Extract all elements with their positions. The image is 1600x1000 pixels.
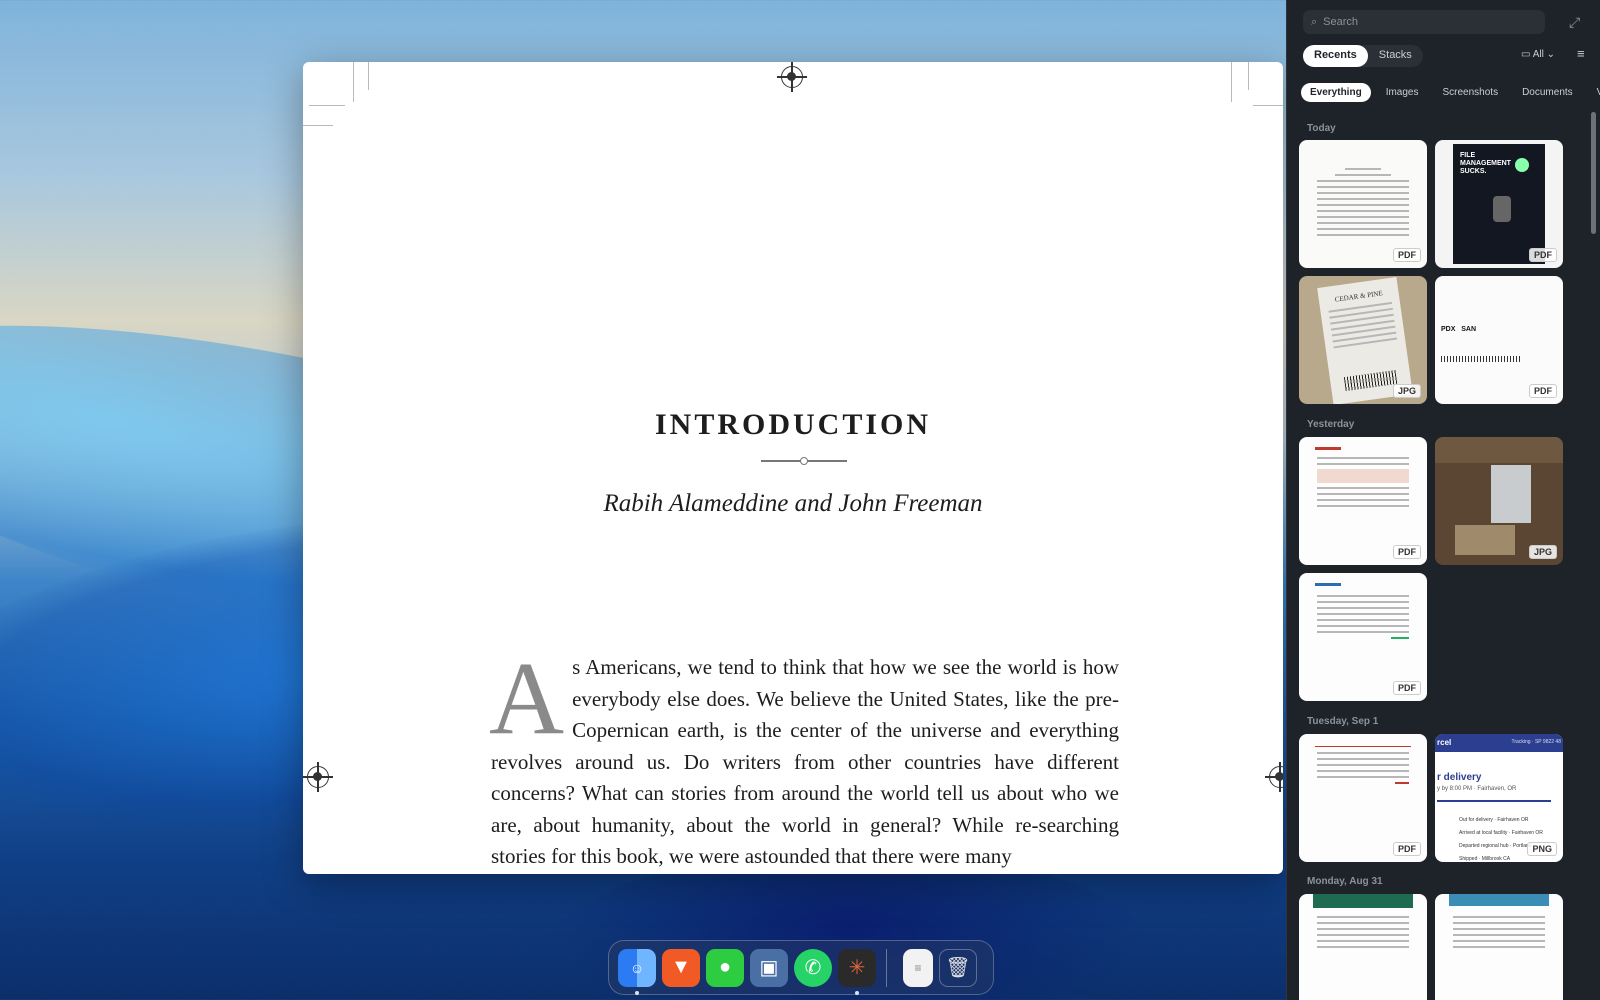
document-icon[interactable]: ≡ xyxy=(903,948,933,987)
filter-images[interactable]: Images xyxy=(1377,83,1428,102)
file-thumbnail[interactable]: PDF xyxy=(1299,573,1427,701)
tab-recents[interactable]: Recents xyxy=(1303,45,1368,67)
file-thumbnail[interactable] xyxy=(1435,894,1563,1000)
file-thumbnail[interactable]: PDF xyxy=(1299,734,1427,862)
file-type-badge: PDF xyxy=(1529,384,1557,398)
search-input[interactable]: ⌕ Search xyxy=(1303,10,1545,34)
registration-mark-icon xyxy=(777,62,807,92)
thumb-headline: FILE MANAGEMENT SUCKS. xyxy=(1460,152,1511,175)
crop-mark xyxy=(309,105,345,106)
body-paragraph: As Americans, we tend to think that how … xyxy=(489,641,1119,873)
claude-icon[interactable]: ✳ xyxy=(838,948,876,995)
file-thumbnail[interactable]: FILE MANAGEMENT SUCKS. PDF xyxy=(1435,140,1563,268)
whatsapp-icon[interactable]: ✆ xyxy=(794,948,832,987)
filter-screenshots[interactable]: Screenshots xyxy=(1433,83,1507,102)
files-sidebar: ⌕ Search ⤢ Recents Stacks ▭ All ⌄ ≡ Ever… xyxy=(1286,0,1600,1000)
type-filters: Everything Images Screenshots Documents … xyxy=(1301,83,1600,102)
dock: ☺ ▼ ● ▣ ✆ ✳ ≡ 🗑 xyxy=(608,940,994,995)
thumb-rcel: rcel xyxy=(1437,738,1452,747)
thumb-status-2: Arrived at local facility · Fairhaven OR xyxy=(1459,830,1543,836)
section-header-yesterday: Yesterday xyxy=(1307,419,1355,430)
file-type-badge: PDF xyxy=(1393,545,1421,559)
filter-videos[interactable]: Vid xyxy=(1588,83,1600,102)
chevron-down-icon: ⌄ xyxy=(1546,49,1555,60)
drop-cap: A xyxy=(489,641,565,756)
file-type-badge: JPG xyxy=(1528,545,1557,559)
thumb-ticket-from: PDX xyxy=(1441,326,1456,333)
thumb-delivery-sub: y by 8:00 PM · Fairhaven, OR xyxy=(1437,786,1517,792)
crop-mark xyxy=(368,62,369,90)
folder-icon: ▭ xyxy=(1521,49,1531,60)
section-header-monday: Monday, Aug 31 xyxy=(1307,876,1383,887)
list-view-icon[interactable]: ≡ xyxy=(1577,46,1585,61)
registration-mark-icon xyxy=(1265,762,1283,792)
file-type-badge: PDF xyxy=(1393,842,1421,856)
all-filter-menu[interactable]: ▭ All ⌄ xyxy=(1521,49,1555,60)
thumb-status-1: Out for delivery · Fairhaven OR xyxy=(1459,817,1529,823)
crop-mark xyxy=(1253,105,1283,106)
dock-separator xyxy=(886,948,887,987)
crop-mark xyxy=(353,62,354,102)
file-thumbnail[interactable] xyxy=(1299,894,1427,1000)
trash-icon[interactable]: 🗑 xyxy=(939,948,977,987)
chapter-title: INTRODUCTION xyxy=(654,408,932,441)
sidebar-scrollbar[interactable] xyxy=(1591,112,1596,234)
all-filter-label: All xyxy=(1532,49,1544,60)
file-thumbnail[interactable]: PDF xyxy=(1299,140,1427,268)
file-type-badge: PDF xyxy=(1393,681,1421,695)
search-placeholder: Search xyxy=(1323,16,1359,28)
crop-mark xyxy=(1231,62,1232,102)
registration-mark-icon xyxy=(303,762,333,792)
thumb-delivery: r delivery xyxy=(1437,772,1482,783)
body-text: s Americans, we tend to think that how w… xyxy=(491,655,1119,868)
file-thumbnail[interactable]: PDF xyxy=(1299,437,1427,565)
thumb-ticket-to: SAN xyxy=(1461,326,1477,333)
finder-icon[interactable]: ☺ xyxy=(618,948,656,995)
crop-mark xyxy=(303,125,333,126)
preview-icon[interactable]: ▣ xyxy=(750,948,788,987)
section-header-today: Today xyxy=(1307,123,1336,134)
file-type-badge: PDF xyxy=(1529,248,1557,262)
document-preview[interactable]: INTRODUCTION Rabih Alameddine and John F… xyxy=(303,62,1283,874)
title-ornament xyxy=(761,457,847,465)
file-type-badge: PDF xyxy=(1393,248,1421,262)
messages-icon[interactable]: ● xyxy=(706,948,744,987)
section-header-tuesday: Tuesday, Sep 1 xyxy=(1307,716,1379,727)
file-thumbnail[interactable]: CEDAR & PINE JPG xyxy=(1299,276,1427,404)
file-type-badge: JPG xyxy=(1392,384,1421,398)
file-thumbnail[interactable]: rcel Tracking · SP 9822 48 r delivery y … xyxy=(1435,734,1563,862)
filter-documents[interactable]: Documents xyxy=(1513,83,1582,102)
crop-mark xyxy=(1248,62,1249,90)
chapter-authors: Rabih Alameddine and John Freeman xyxy=(603,490,983,517)
file-type-badge: PNG xyxy=(1527,842,1557,856)
filter-everything[interactable]: Everything xyxy=(1301,83,1371,102)
view-segmented-control: Recents Stacks xyxy=(1303,45,1423,67)
expand-icon[interactable]: ⤢ xyxy=(1569,14,1580,31)
file-thumbnail[interactable]: PDX SAN PDF xyxy=(1435,276,1563,404)
tab-stacks[interactable]: Stacks xyxy=(1368,45,1423,67)
thumb-tracking: Tracking · SP 9822 48 xyxy=(1511,739,1561,745)
search-icon: ⌕ xyxy=(1311,15,1318,28)
brave-icon[interactable]: ▼ xyxy=(662,948,700,987)
file-thumbnail[interactable]: JPG xyxy=(1435,437,1563,565)
